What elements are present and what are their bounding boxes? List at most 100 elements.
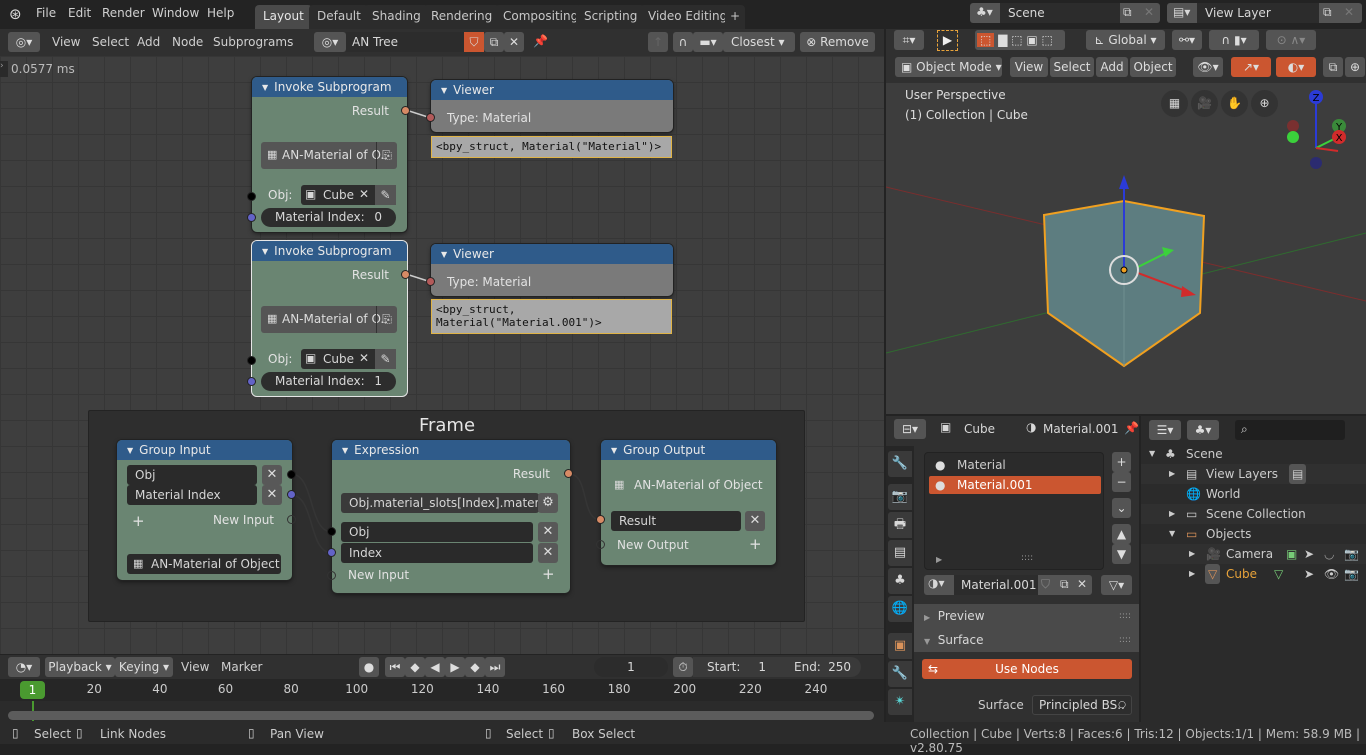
- remove-input-icon[interactable]: ✕: [538, 543, 558, 563]
- remove-slot-button[interactable]: −: [1112, 472, 1131, 492]
- subprogram-selector[interactable]: ▦ AN-Material of O.. ⎘: [261, 142, 397, 169]
- visibility-dropdown[interactable]: 👁▾: [1193, 57, 1223, 77]
- editor-type-button[interactable]: ☰▾: [1149, 420, 1181, 440]
- unlink-material-icon[interactable]: ✕: [1077, 577, 1087, 591]
- obj-socket[interactable]: [247, 192, 256, 201]
- tab-rendering[interactable]: Rendering: [423, 5, 501, 29]
- tab-layout[interactable]: Layout: [255, 5, 312, 29]
- node-menu-subprograms[interactable]: Subprograms: [213, 35, 293, 49]
- node-editor-canvas[interactable]: › 0.0577 ms ▼ Invoke Subprogram Result ▦ …: [0, 56, 884, 654]
- viewer-input-socket[interactable]: [426, 277, 435, 286]
- invoke-subprogram-node[interactable]: ▼ Invoke Subprogram Result ▦ AN-Material …: [247, 241, 410, 396]
- node-header[interactable]: ▼ Viewer: [431, 80, 673, 100]
- select-mode-buttons[interactable]: ⬚ ▇ ⬚ ▣ ⬚: [975, 30, 1065, 50]
- surface-shader-field[interactable]: Principled BS.. ○: [1032, 695, 1132, 715]
- timeline-scrollbar[interactable]: [8, 711, 874, 720]
- prev-keyframe-button[interactable]: ◆: [405, 657, 425, 677]
- expression-node[interactable]: ▼ Expression Result Obj.material_slots[In…: [327, 440, 573, 593]
- new-output-socket[interactable]: [596, 540, 605, 549]
- eyedropper-icon[interactable]: ✎: [375, 349, 396, 369]
- obj-input-socket[interactable]: [327, 527, 336, 536]
- use-nodes-button[interactable]: ⇆ Use Nodes: [922, 659, 1132, 679]
- expression-input-field[interactable]: Obj: [341, 522, 533, 542]
- menu-edit[interactable]: Edit: [68, 6, 91, 20]
- slot-specials-button[interactable]: ⌄: [1112, 498, 1131, 518]
- transform-orientation-dropdown[interactable]: ⊾ Global ▾: [1086, 30, 1165, 50]
- close-scene-icon[interactable]: ✕: [1144, 5, 1154, 19]
- jump-start-button[interactable]: ⏮: [385, 657, 405, 677]
- editor-type-button[interactable]: ⌗▾: [894, 30, 924, 50]
- tab-shading[interactable]: Shading: [364, 5, 429, 29]
- outliner-row-scene-collection[interactable]: ▶ ▭ Scene Collection: [1141, 504, 1366, 524]
- panel-surface[interactable]: ▼ Surface::::: [914, 628, 1139, 652]
- view-layer-tab-icon[interactable]: ▤: [888, 540, 912, 566]
- expand-icon[interactable]: ▶: [1169, 504, 1175, 524]
- unlink-tree-icon[interactable]: ✕: [504, 32, 524, 52]
- proportional-edit-toggle[interactable]: ⊙ ∧▾: [1266, 30, 1316, 50]
- viewport-menu-object[interactable]: Object: [1130, 57, 1176, 77]
- timeline-menu-marker[interactable]: Marker: [221, 660, 262, 674]
- clear-obj-icon[interactable]: ✕: [359, 351, 369, 365]
- expand-icon[interactable]: ▶: [1189, 564, 1195, 584]
- keying-dropdown[interactable]: Keying ▾: [115, 657, 173, 677]
- node-header[interactable]: ▼ Group Input: [117, 440, 292, 460]
- pivot-dropdown[interactable]: ⚯▾: [1172, 30, 1202, 50]
- object-tab-icon[interactable]: ▣: [888, 633, 912, 659]
- render-camera-icon[interactable]: 📷: [1344, 564, 1359, 584]
- expand-icon[interactable]: ▶: [1189, 544, 1195, 564]
- material-slot[interactable]: ● Material: [929, 456, 1101, 474]
- expand-icon[interactable]: ▼: [1169, 524, 1175, 544]
- select-new-icon[interactable]: ⬚: [977, 33, 995, 47]
- snap-toggle[interactable]: ∩ ▮▾: [1209, 30, 1259, 50]
- play-reverse-button[interactable]: ◀: [425, 657, 445, 677]
- menu-file[interactable]: File: [36, 6, 56, 20]
- index-socket[interactable]: [247, 377, 256, 386]
- snap-element-dropdown[interactable]: ▬▾: [693, 32, 723, 52]
- viewer-node[interactable]: ▼ Viewer Type: Material: [426, 80, 673, 132]
- remove-button[interactable]: ⊗ Remove: [800, 32, 875, 52]
- blender-logo-icon[interactable]: ⊛: [9, 5, 22, 23]
- node-menu-node[interactable]: Node: [172, 35, 203, 49]
- duplicate-tree-icon[interactable]: ⧉: [484, 32, 504, 52]
- fake-user-shield-icon[interactable]: ⛉: [1041, 577, 1050, 592]
- material-slot-list[interactable]: ● Material ● Material.001 ▶ ::::: [924, 452, 1104, 570]
- menu-render[interactable]: Render: [102, 6, 145, 20]
- playhead-marker[interactable]: 1: [20, 681, 45, 699]
- outliner-row-objects[interactable]: ▼ ▭ Objects: [1141, 524, 1366, 544]
- tab-video-editing[interactable]: Video Editing: [640, 5, 736, 29]
- copy-scene-icon[interactable]: ⧉: [1123, 5, 1132, 20]
- move-slot-up-button[interactable]: ▲: [1112, 524, 1131, 544]
- node-header[interactable]: ▼ Invoke Subprogram: [252, 77, 407, 97]
- menu-help[interactable]: Help: [207, 6, 234, 20]
- add-slot-button[interactable]: +: [1112, 452, 1131, 472]
- snap-mode-dropdown[interactable]: Closest ▾: [723, 32, 795, 52]
- particles-tab-icon[interactable]: ✴: [888, 689, 912, 715]
- modifier-tab-icon[interactable]: 🔧: [888, 661, 912, 687]
- render-tab-icon[interactable]: 📷: [888, 484, 912, 510]
- new-input-socket[interactable]: [287, 515, 296, 524]
- viewport-menu-view[interactable]: View: [1010, 57, 1048, 77]
- remove-input-icon[interactable]: ✕: [262, 465, 282, 485]
- editor-type-button[interactable]: ◎▾: [8, 32, 40, 52]
- expression-field[interactable]: Obj.material_slots[Index].material: [341, 493, 553, 513]
- eyedropper-icon[interactable]: ✎: [375, 185, 396, 205]
- copy-view-layer-icon[interactable]: ⧉: [1323, 5, 1332, 20]
- end-frame-field[interactable]: End: 250: [776, 657, 861, 677]
- overlay-toggle[interactable]: ◐▾: [1276, 57, 1316, 77]
- outliner-row-camera[interactable]: ▶ 🎥 Camera ▣ ➤ ◡ 📷: [1141, 544, 1366, 564]
- result-input-socket[interactable]: [596, 515, 605, 524]
- group-input-node[interactable]: ▼ Group Input Obj ✕ Material Index ✕ + Ne…: [117, 440, 296, 580]
- new-input-socket[interactable]: [327, 571, 336, 580]
- remove-output-icon[interactable]: ✕: [745, 511, 765, 531]
- wireframe-shading-icon[interactable]: ⊕: [1345, 57, 1365, 77]
- world-tab-icon[interactable]: 🌐: [888, 596, 912, 622]
- add-input-icon[interactable]: +: [132, 512, 145, 530]
- material-slot-selected[interactable]: ● Material.001: [929, 476, 1101, 494]
- clear-obj-icon[interactable]: ✕: [359, 187, 369, 201]
- group-output-node[interactable]: ▼ Group Output ▦ AN-Material of Object Re…: [596, 440, 776, 565]
- input-name-field[interactable]: Obj: [127, 465, 257, 485]
- tab-default[interactable]: Default: [309, 5, 369, 29]
- remove-input-icon[interactable]: ✕: [262, 485, 282, 505]
- node-header[interactable]: ▼ Expression: [332, 440, 570, 460]
- timeline-menu-view[interactable]: View: [181, 660, 209, 674]
